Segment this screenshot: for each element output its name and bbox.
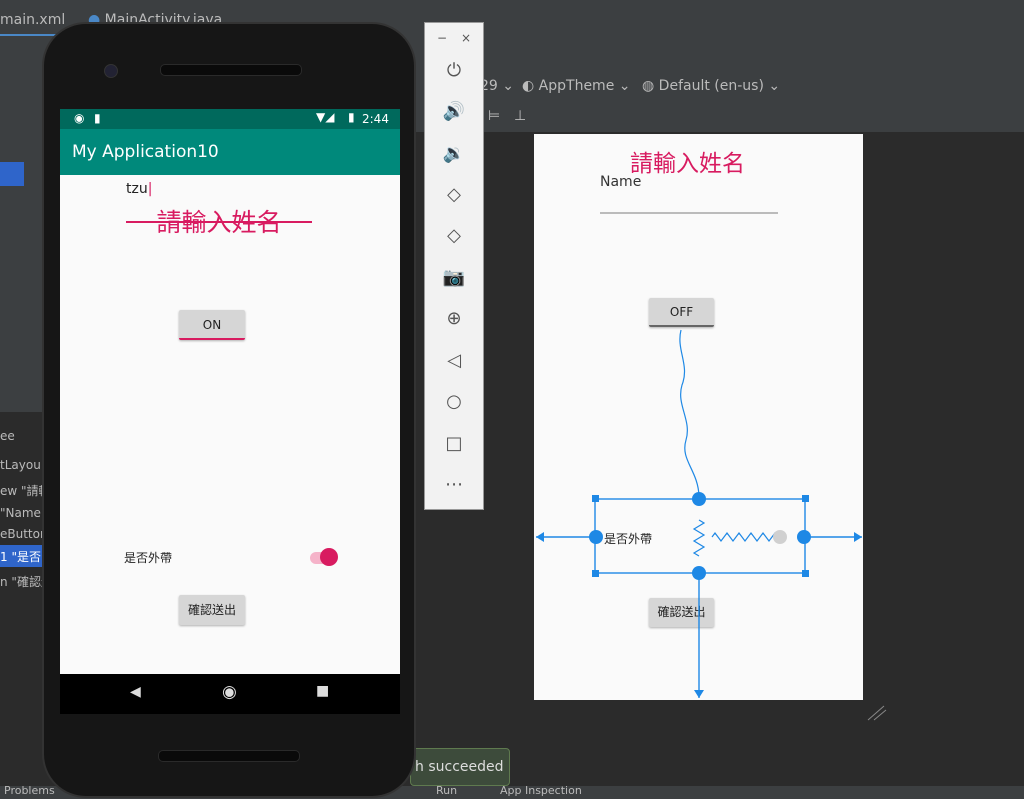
- resize-handle-tr[interactable]: [802, 495, 809, 502]
- left-anchor-handle[interactable]: [589, 530, 603, 544]
- vertical-spring: [692, 519, 706, 557]
- resize-handle-bl[interactable]: [592, 570, 599, 577]
- design-switch-thumb[interactable]: [773, 530, 787, 544]
- top-constraint-spring: [679, 329, 700, 497]
- constraint-overlay: [536, 329, 887, 721]
- right-anchor-handle[interactable]: [797, 530, 811, 544]
- resize-handle-br[interactable]: [802, 570, 809, 577]
- resize-handle-tl[interactable]: [592, 495, 599, 502]
- left-arrow-icon: [536, 532, 544, 542]
- bottom-anchor-handle[interactable]: [692, 566, 706, 580]
- resize-grip-icon-2[interactable]: [873, 709, 887, 721]
- top-anchor-handle[interactable]: [692, 492, 706, 506]
- down-arrow-icon: [694, 690, 704, 698]
- right-arrow-icon: [854, 532, 862, 542]
